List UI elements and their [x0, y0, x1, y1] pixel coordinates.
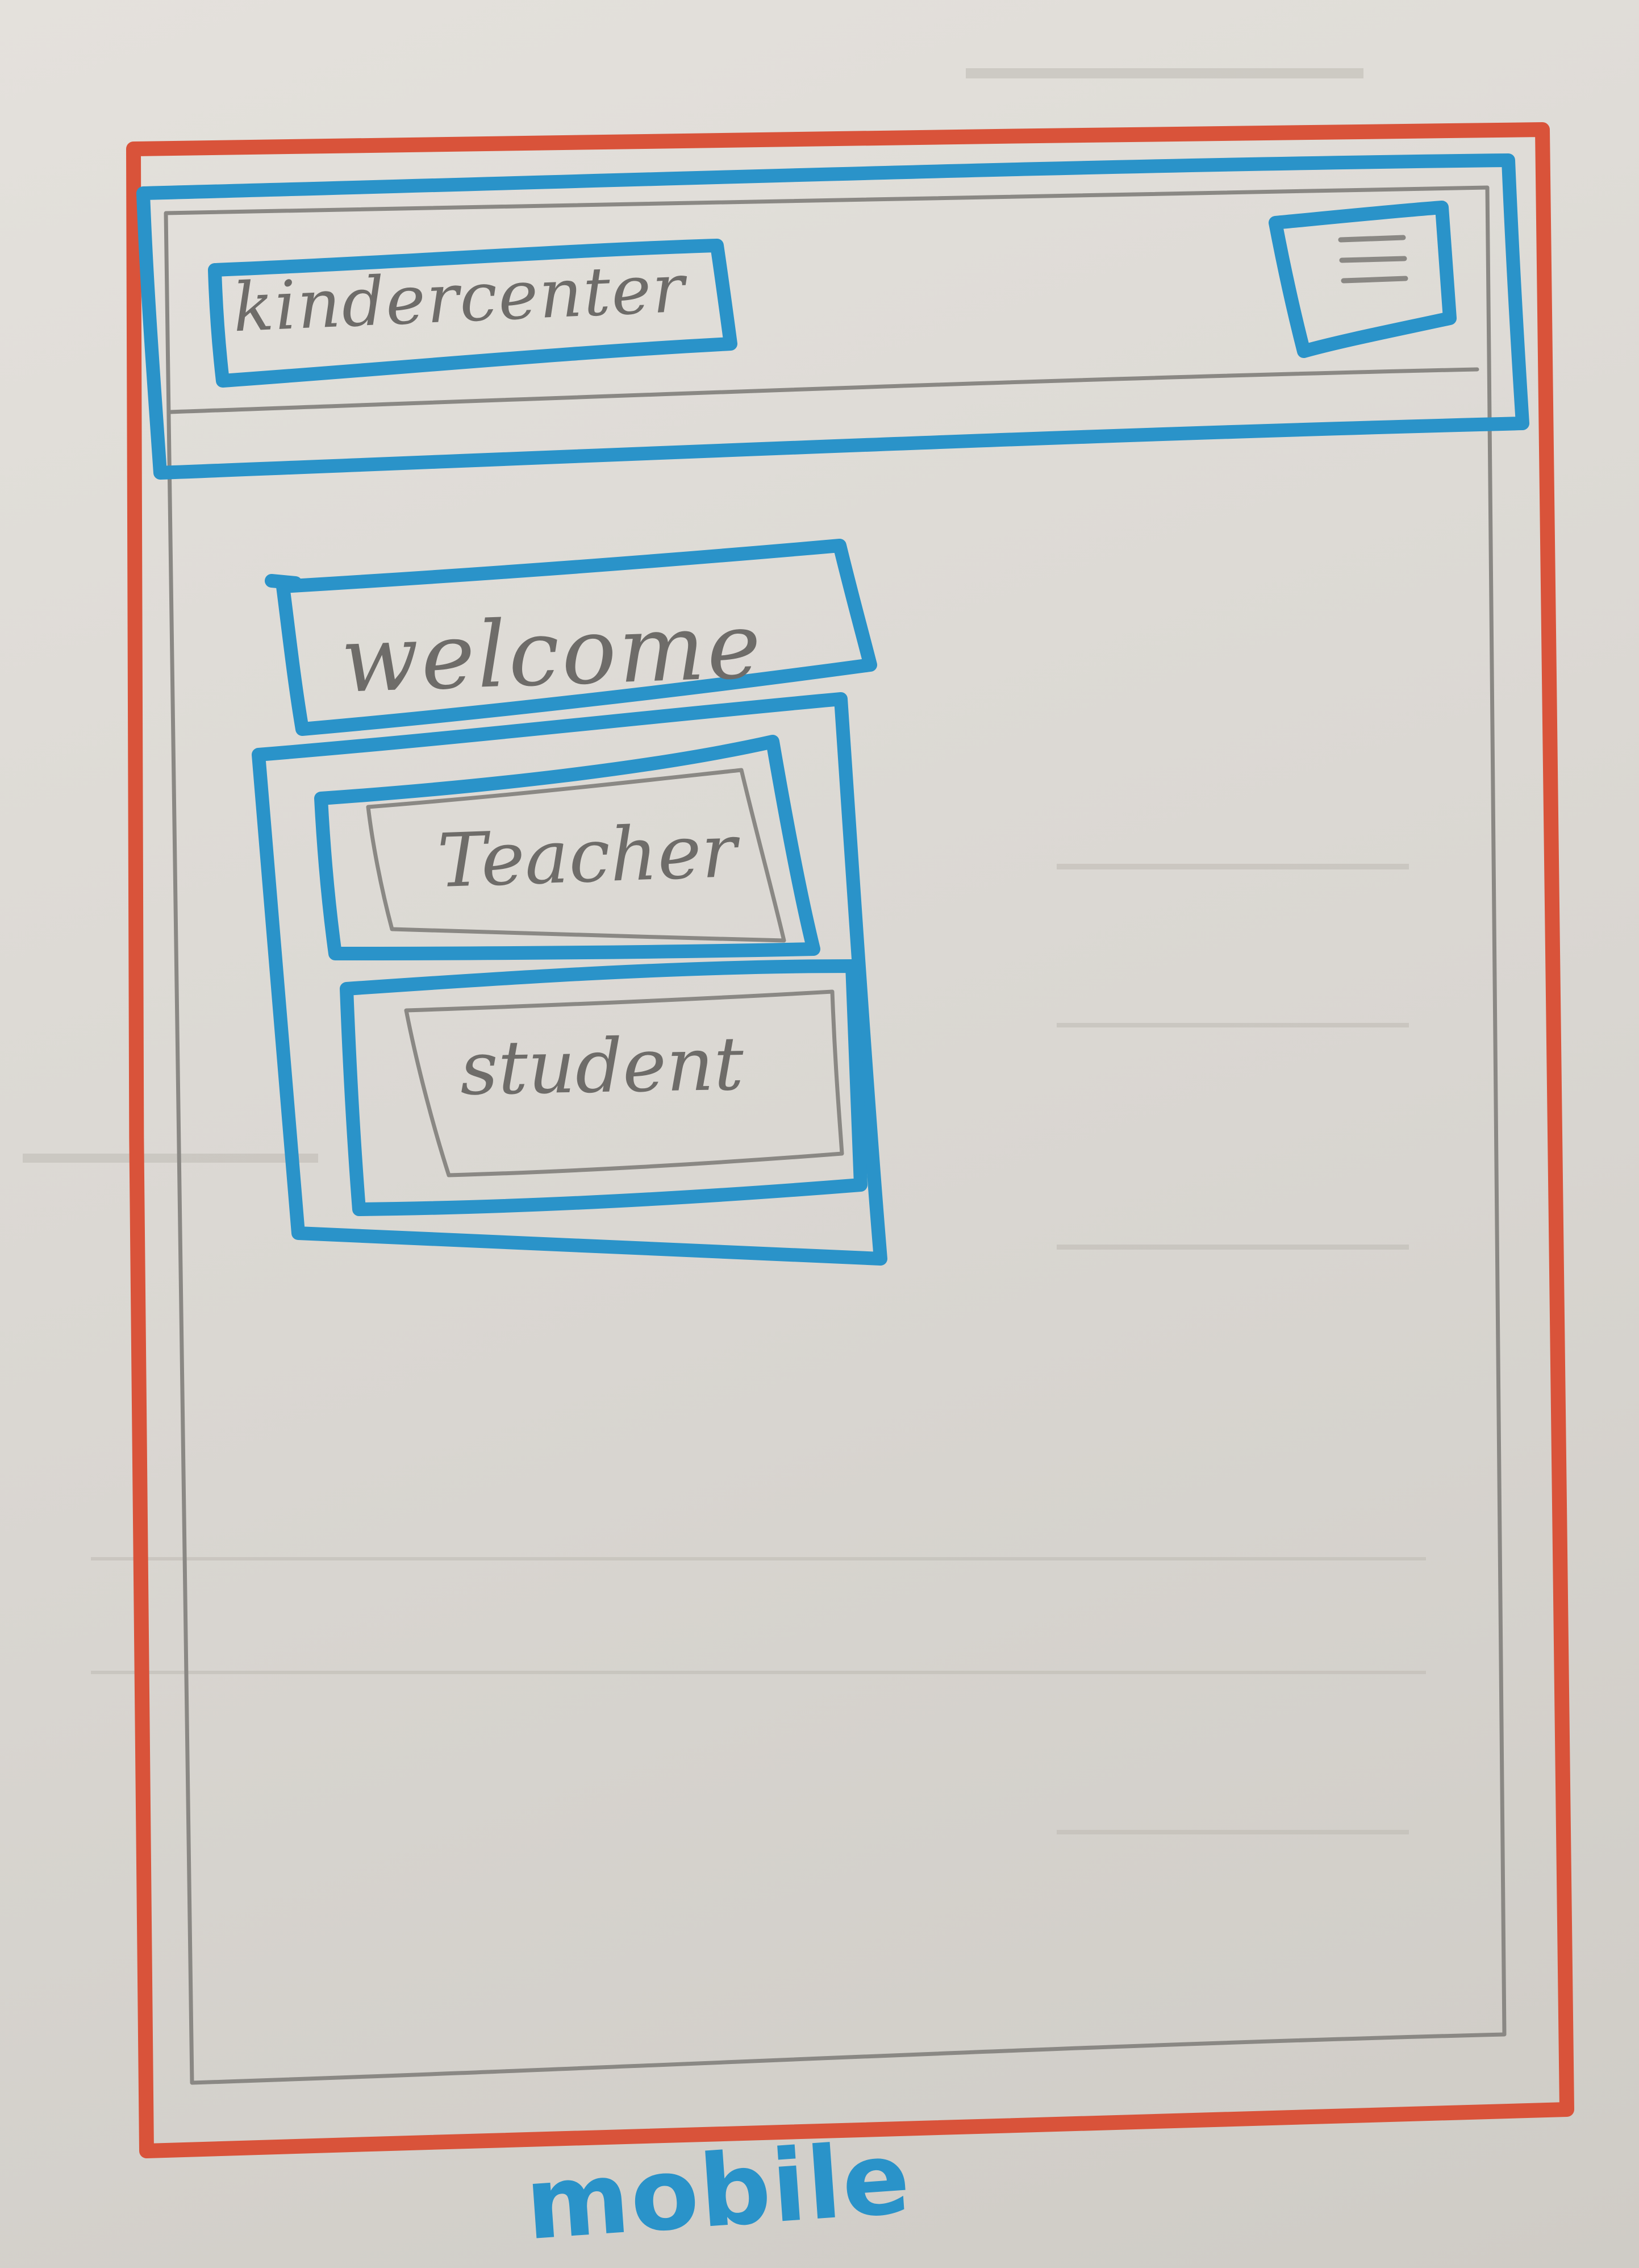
teacher-button-label[interactable]: Teacher [436, 808, 739, 904]
screen-outline [164, 185, 1507, 2085]
paper-sheet: kindercenter welcome Teacher student mob… [0, 0, 1639, 2268]
welcome-heading: welcome [339, 592, 765, 713]
welcome-box-tick [265, 574, 302, 590]
student-button-label[interactable]: student [460, 1021, 744, 1112]
hamburger-menu-icon[interactable] [1338, 235, 1408, 284]
